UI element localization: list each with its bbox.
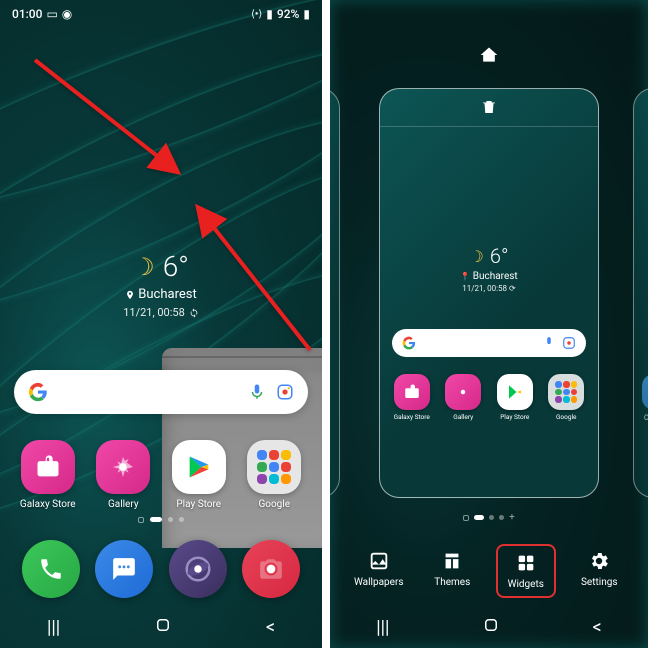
recents-button[interactable]: ||| — [47, 617, 60, 638]
home-panel-indicator[interactable] — [478, 45, 500, 69]
home-button[interactable] — [154, 616, 172, 639]
wallpapers-button[interactable]: Wallpapers — [349, 544, 409, 598]
page-indicator — [0, 517, 322, 523]
weather-location: Bucharest — [138, 287, 196, 302]
signal-icon: ▮ — [266, 7, 273, 21]
recents-button[interactable]: ||| — [376, 617, 389, 638]
gear-icon — [588, 550, 610, 572]
preview-page-indicator: + — [330, 515, 648, 521]
google-logo-icon — [28, 382, 48, 402]
dock — [0, 540, 322, 598]
navigation-bar: ||| < — [330, 606, 648, 648]
themes-button[interactable]: Themes — [422, 544, 482, 598]
widgets-button[interactable]: Widgets — [496, 544, 556, 598]
mic-icon — [542, 336, 556, 350]
app-google-folder[interactable]: Google — [239, 440, 309, 510]
app-play-store[interactable]: Play Store — [164, 440, 234, 510]
google-lens-icon — [562, 336, 576, 350]
tutorial-arrow-up — [190, 200, 320, 364]
notification-icon: ▭ — [46, 7, 57, 21]
mini-app-gallery: Gallery — [440, 374, 486, 421]
navigation-bar: ||| < — [0, 606, 322, 648]
google-logo-icon — [402, 336, 416, 350]
app-gallery[interactable]: Gallery — [88, 440, 158, 510]
preview-page-prev[interactable] — [330, 88, 340, 498]
camera-app[interactable] — [242, 540, 300, 598]
widgets-icon — [515, 552, 537, 574]
battery-percent: 92% — [277, 7, 299, 21]
google-folder-icon — [247, 440, 301, 494]
trash-icon[interactable] — [480, 98, 498, 120]
mic-icon[interactable] — [248, 383, 266, 401]
app-galaxy-store[interactable]: Galaxy Store — [13, 440, 83, 510]
tutorial-arrow-down — [30, 55, 190, 184]
mini-app-clock — [642, 374, 648, 410]
nfc-icon: ⟨•⟩ — [251, 9, 262, 20]
google-lens-icon[interactable] — [276, 383, 294, 401]
back-button[interactable]: < — [266, 617, 275, 638]
status-time: 01:00 — [12, 7, 42, 21]
status-bar: 01:00 ▭ ◉ ⟨•⟩ ▮ 92% ▮ — [0, 0, 322, 28]
phone-app[interactable] — [22, 540, 80, 598]
home-screen-edit: ☽6° 📍 Bucharest 11/21, 00:58 ⟳ Galaxy St… — [330, 0, 648, 648]
mini-app-google-folder: Google — [543, 374, 589, 421]
settings-button[interactable]: Settings — [569, 544, 629, 598]
themes-icon — [441, 550, 463, 572]
preview-page-current[interactable]: ☽6° 📍 Bucharest 11/21, 00:58 ⟳ Galaxy St… — [379, 88, 599, 498]
mini-weather-widget: ☽6° 📍 Bucharest 11/21, 00:58 ⟳ — [380, 244, 598, 293]
mini-app-galaxy-store: Galaxy Store — [389, 374, 435, 421]
location-pin-icon — [125, 290, 135, 300]
home-app-row: Galaxy Store Gallery Play Store Google — [0, 440, 322, 510]
google-search-bar[interactable] — [14, 370, 308, 414]
gallery-icon — [96, 440, 150, 494]
home-panel-dot — [138, 517, 144, 523]
notification-icon: ◉ — [62, 7, 72, 21]
play-store-icon — [172, 440, 226, 494]
edit-toolbar: Wallpapers Themes Widgets Settings — [330, 544, 648, 598]
battery-icon: ▮ — [303, 7, 310, 21]
wallpapers-icon — [368, 550, 390, 572]
galaxy-store-icon — [21, 440, 75, 494]
preview-page-next[interactable]: Clo — [633, 88, 648, 498]
moon-icon: ☽ — [470, 247, 484, 266]
add-page-icon[interactable]: + — [509, 515, 515, 521]
temperature: 6° — [163, 250, 189, 283]
mini-app-play-store: Play Store — [492, 374, 538, 421]
internet-app[interactable] — [169, 540, 227, 598]
messages-app[interactable] — [95, 540, 153, 598]
home-button[interactable] — [482, 616, 500, 639]
moon-icon: ☽ — [133, 253, 155, 281]
mini-search-bar — [392, 329, 586, 357]
weather-datetime: 11/21, 00:58 — [123, 306, 185, 319]
back-button[interactable]: < — [593, 617, 602, 638]
home-screen: 01:00 ▭ ◉ ⟨•⟩ ▮ 92% ▮ ☽ 6° Bucharest 11/… — [0, 0, 322, 648]
